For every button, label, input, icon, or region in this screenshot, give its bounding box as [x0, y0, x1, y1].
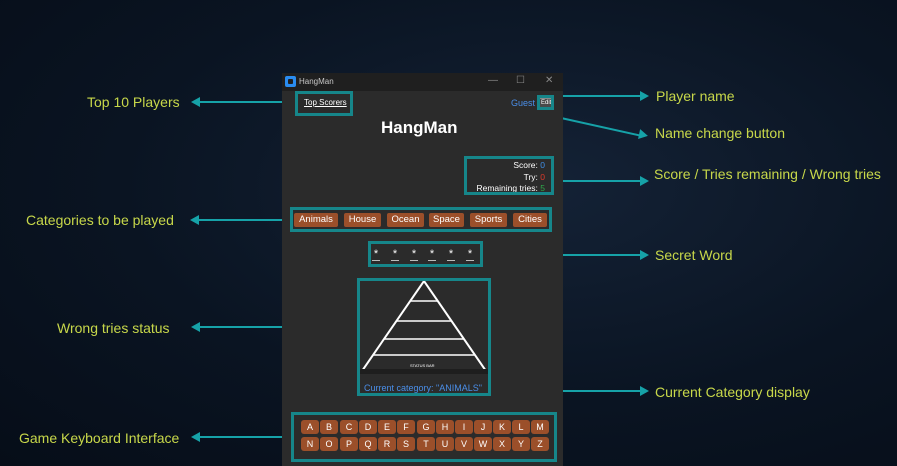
highlight-status: [357, 278, 491, 396]
arrow-head: [640, 250, 649, 260]
highlight-keyboard: [291, 412, 557, 462]
window-title: HangMan: [299, 77, 334, 86]
annotation-player-name: Player name: [656, 88, 735, 104]
title-bar: HangMan — ☐ ✕: [282, 73, 563, 91]
highlight-secret-word: [368, 241, 483, 267]
maximize-button[interactable]: ☐: [516, 75, 525, 86]
annotation-top-10-players: Top 10 Players: [87, 94, 180, 110]
arrow-head: [640, 91, 649, 101]
minimize-button[interactable]: —: [488, 75, 498, 86]
arrow-line: [199, 436, 291, 438]
annotation-name-change: Name change button: [655, 125, 785, 141]
close-button[interactable]: ✕: [545, 75, 553, 86]
annotation-keyboard: Game Keyboard Interface: [19, 430, 180, 446]
arrow-head: [640, 176, 649, 186]
arrow-head: [638, 129, 649, 141]
annotation-categories: Categories to be played: [26, 212, 174, 228]
arrow-line: [550, 95, 641, 97]
annotation-score-tries: Score / Tries remaining / Wrong tries: [654, 166, 881, 182]
player-name: Guest: [511, 98, 536, 108]
page-title: HangMan: [381, 118, 458, 137]
annotation-wrong-tries-status: Wrong tries status: [57, 320, 170, 336]
arrow-line: [199, 101, 295, 103]
highlight-top-scorers: [295, 91, 353, 116]
highlight-categories: [290, 207, 552, 232]
annotation-current-category: Current Category display: [655, 384, 810, 400]
highlight-edit-button: [537, 95, 554, 110]
annotation-secret-word: Secret Word: [655, 247, 733, 263]
app-icon: [285, 76, 296, 87]
highlight-score: [464, 156, 554, 195]
arrow-line: [551, 115, 641, 137]
arrow-head: [640, 386, 649, 396]
arrow-line: [557, 180, 641, 182]
arrow-line: [198, 219, 290, 221]
